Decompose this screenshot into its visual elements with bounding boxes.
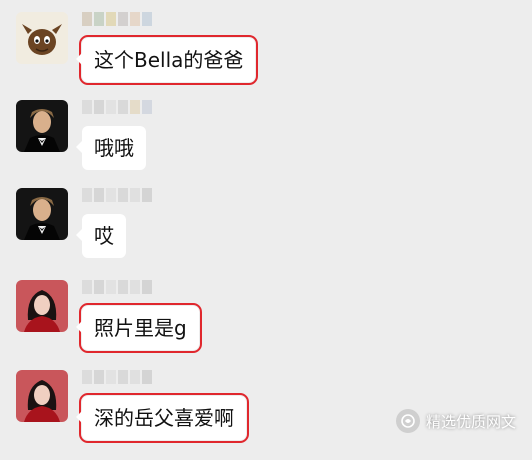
avatar[interactable] <box>16 100 68 152</box>
sender-name-blurred <box>82 280 152 294</box>
message-bubble[interactable]: 照片里是g <box>76 303 202 353</box>
message-bubble[interactable]: 哎 <box>76 214 126 258</box>
sender-name-blurred <box>82 370 152 384</box>
sender-name-blurred <box>82 188 152 202</box>
watermark-text: 精选优质网文 <box>425 412 516 431</box>
message-bubble[interactable]: 哦哦 <box>76 126 146 170</box>
chat-message: 照片里是g <box>0 280 532 370</box>
chat-message: 哦哦 <box>0 100 532 190</box>
chat-message: 这个Bella的爸爸 <box>0 12 532 102</box>
message-bubble[interactable]: 深的岳父喜爱啊 <box>76 393 249 443</box>
sender-name-blurred <box>82 100 152 114</box>
chat-message: 哎 <box>0 188 532 278</box>
avatar[interactable] <box>16 370 68 422</box>
sender-name-blurred <box>82 12 152 26</box>
avatar[interactable] <box>16 12 68 64</box>
wechat-official-account-logo-icon <box>395 409 420 433</box>
avatar[interactable] <box>16 280 68 332</box>
message-bubble[interactable]: 这个Bella的爸爸 <box>75 35 259 85</box>
watermark: 精选优质网文 <box>395 409 516 433</box>
avatar[interactable] <box>16 188 68 240</box>
